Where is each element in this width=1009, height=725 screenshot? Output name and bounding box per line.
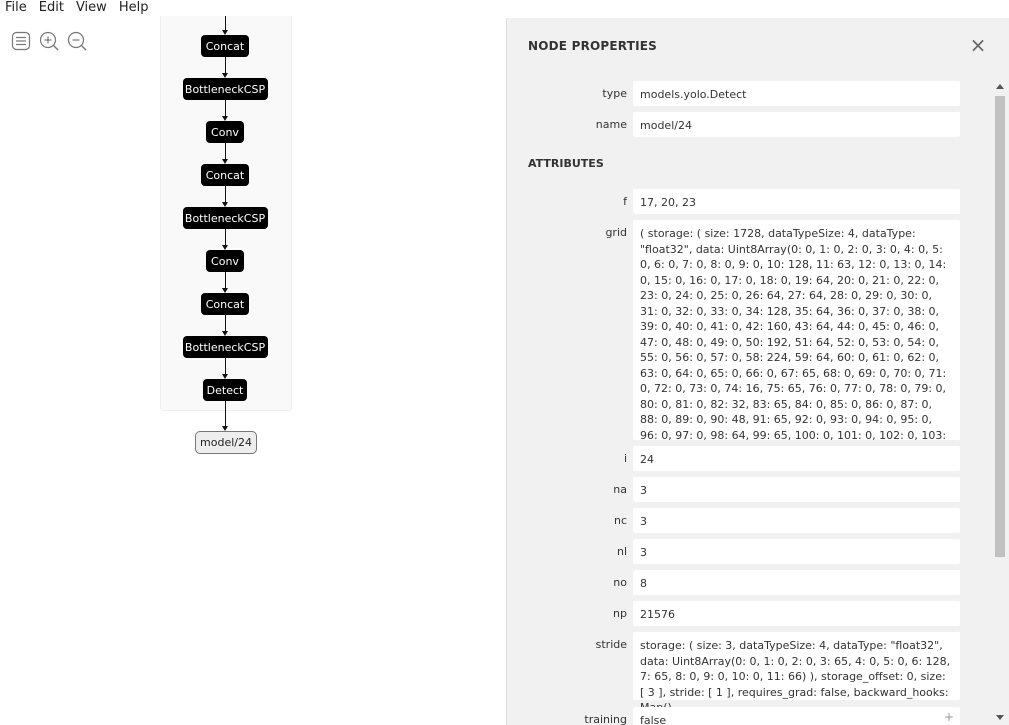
panel-title: NODE PROPERTIES (528, 39, 657, 53)
attribute-label: nl (616, 545, 627, 558)
attribute-value[interactable]: 21576 (633, 601, 960, 626)
attribute-value[interactable]: false + (633, 707, 960, 725)
attribute-value-text: 24 (640, 453, 654, 466)
output-node[interactable]: model/24 (195, 431, 257, 454)
graph-node-conv[interactable]: Conv (206, 250, 244, 272)
graph-edge (225, 143, 226, 160)
graph-edge (225, 100, 226, 117)
expand-plus-icon[interactable]: + (944, 710, 954, 725)
scroll-down-arrow-icon[interactable] (996, 715, 1004, 720)
graph-node-bottleneckcsp[interactable]: BottleneckCSP (182, 207, 268, 229)
attribute-label: f (623, 195, 627, 208)
attributes-section-title: ATTRIBUTES (528, 157, 604, 170)
attribute-value-text: 3 (640, 515, 647, 528)
attribute-value[interactable]: 24 (633, 446, 960, 471)
menu-file[interactable]: File (0, 0, 33, 16)
graph-node-bottleneckcsp[interactable]: BottleneckCSP (182, 78, 268, 100)
attribute-value[interactable]: 17, 20, 23 (633, 189, 960, 214)
graph-edge (225, 57, 226, 74)
attribute-label: stride (595, 638, 627, 651)
attribute-value-text: false (640, 714, 667, 725)
attribute-value[interactable]: 3 (633, 477, 960, 502)
attribute-label: training (584, 713, 627, 725)
attribute-value[interactable]: 8 (633, 570, 960, 595)
attribute-label: i (623, 452, 627, 465)
graph-node-conv[interactable]: Conv (206, 121, 244, 143)
close-button[interactable]: × (969, 35, 987, 55)
zoom-in-icon (39, 31, 59, 51)
zoom-in-button[interactable] (38, 30, 60, 52)
attribute-value[interactable]: ( storage: ( size: 1728, dataTypeSize: 4… (633, 220, 960, 504)
graph-edge (225, 16, 226, 31)
attribute-label: grid (605, 226, 627, 239)
attribute-label: no (613, 576, 627, 589)
attribute-label: nc (613, 514, 627, 527)
graph-node-concat[interactable]: Concat (201, 164, 249, 186)
menu-bar: File Edit View Help (0, 0, 154, 16)
graph-node-bottleneckcsp[interactable]: BottleneckCSP (182, 336, 268, 358)
attribute-label: na (613, 483, 627, 496)
zoom-out-icon (67, 31, 87, 51)
attribute-value-text: 8 (640, 577, 647, 590)
attribute-value-text: 3 (640, 546, 647, 559)
graph-edge (225, 401, 226, 427)
graph-edge (225, 272, 226, 289)
graph-edge (225, 315, 226, 332)
property-label: type (602, 87, 627, 100)
attribute-value-text: storage: ( size: 3, dataTypeSize: 4, dat… (640, 639, 951, 714)
graph-node-detect[interactable]: Detect (203, 379, 247, 401)
sidebar-toggle-button[interactable] (10, 30, 32, 52)
attribute-label: np (613, 607, 627, 620)
property-value[interactable]: model/24 (633, 112, 960, 137)
scrollbar-thumb[interactable] (995, 96, 1005, 557)
menu-help[interactable]: Help (113, 0, 155, 16)
graph-edge (225, 186, 226, 203)
graph-node-concat[interactable]: Concat (201, 35, 249, 57)
attribute-value[interactable]: storage: ( size: 3, dataTypeSize: 4, dat… (633, 632, 960, 714)
list-icon (11, 31, 31, 51)
scroll-up-arrow-icon[interactable] (996, 84, 1004, 89)
attribute-value[interactable]: 3 (633, 539, 960, 564)
toolbar (10, 30, 88, 52)
node-properties-panel: NODE PROPERTIES × type models.yolo.Detec… (506, 18, 1009, 725)
attribute-value[interactable]: 3 (633, 508, 960, 533)
menu-view[interactable]: View (70, 0, 113, 16)
attribute-value-text: 17, 20, 23 (640, 196, 696, 209)
graph-edge (225, 358, 226, 375)
menu-edit[interactable]: Edit (33, 0, 70, 16)
property-value[interactable]: models.yolo.Detect (633, 81, 960, 106)
graph-edge (225, 229, 226, 246)
attribute-value-text: 3 (640, 484, 647, 497)
property-label: name (595, 118, 627, 131)
graph-node-concat[interactable]: Concat (201, 293, 249, 315)
zoom-out-button[interactable] (66, 30, 88, 52)
attribute-value-text: 21576 (640, 608, 675, 621)
